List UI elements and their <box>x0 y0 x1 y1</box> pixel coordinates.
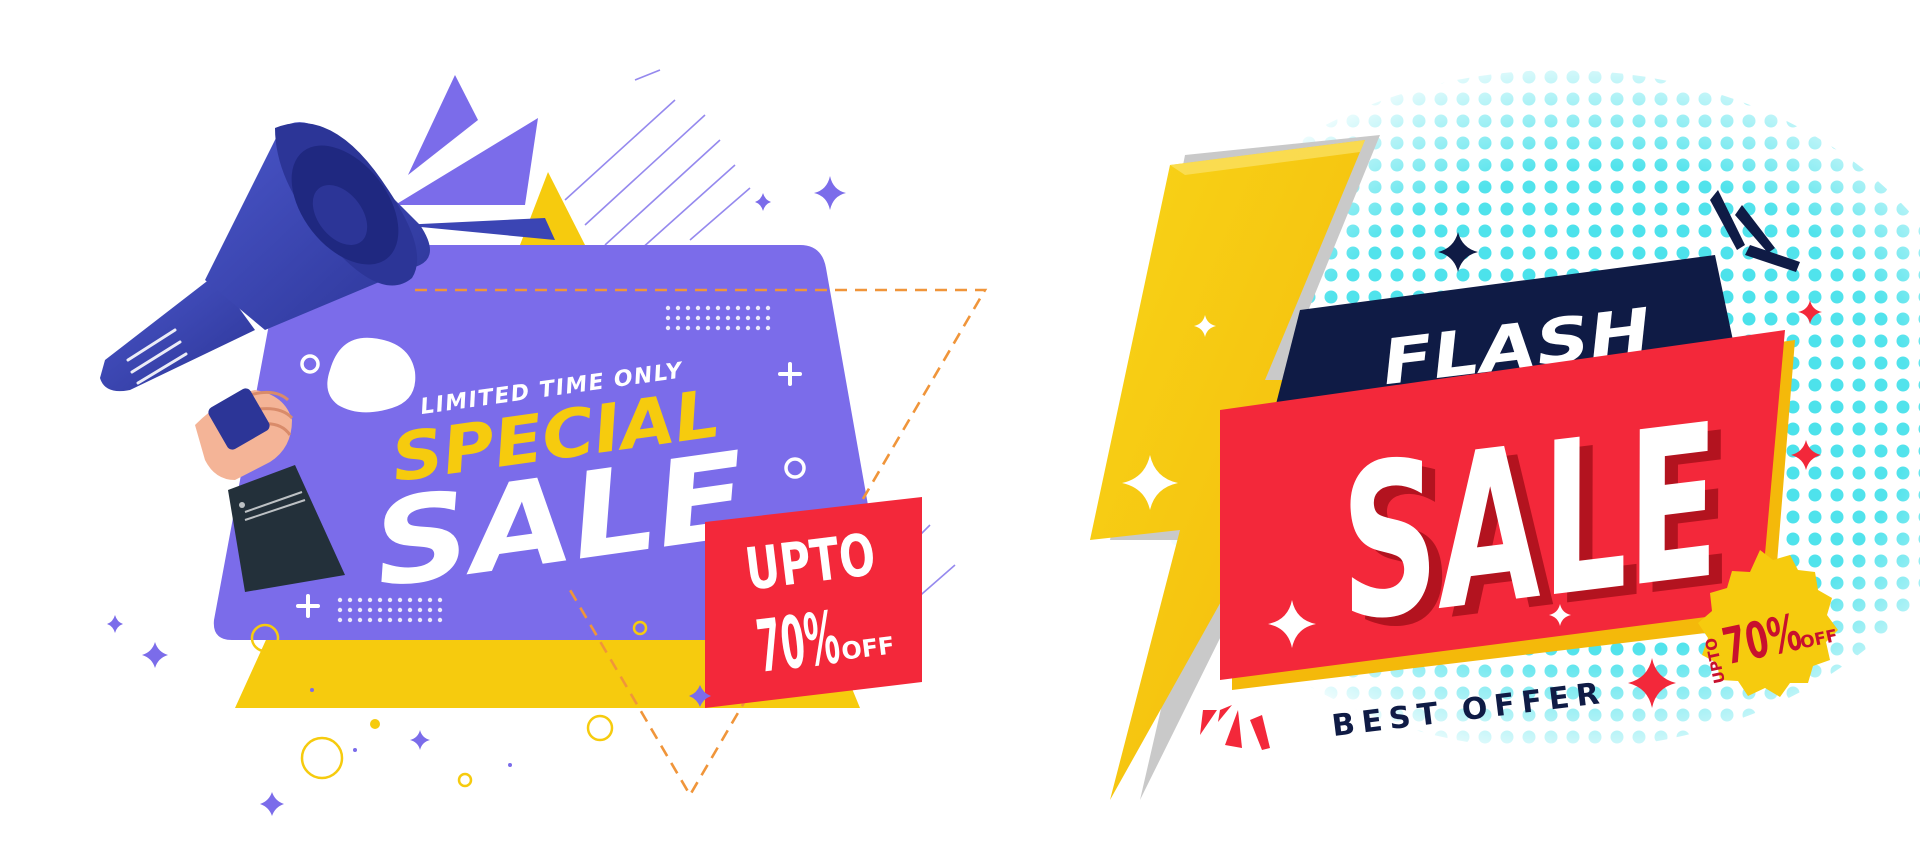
flash-sale-banner: FLASH SALE SALE BEST OFFER UPTO 70% OFF <box>1090 70 1920 800</box>
sparkle-icon <box>755 193 771 211</box>
sparkle-icon <box>142 642 168 668</box>
tag-percent: 70% <box>752 595 844 688</box>
special-sale-banner: LIMITED TIME ONLY SPECIAL SALE UPTO 70% … <box>100 69 988 816</box>
promo-canvas: LIMITED TIME ONLY SPECIAL SALE UPTO 70% … <box>0 0 1920 845</box>
sparkle-icon <box>107 615 123 633</box>
sparkle-icon <box>260 792 284 816</box>
purple-ray-1 <box>408 75 478 175</box>
sparkle-icon <box>410 730 430 750</box>
discount-tag: UPTO 70% OFF <box>705 497 922 708</box>
sparkle-icon <box>814 176 846 210</box>
flash-sale-word: SALE <box>1327 379 1734 668</box>
